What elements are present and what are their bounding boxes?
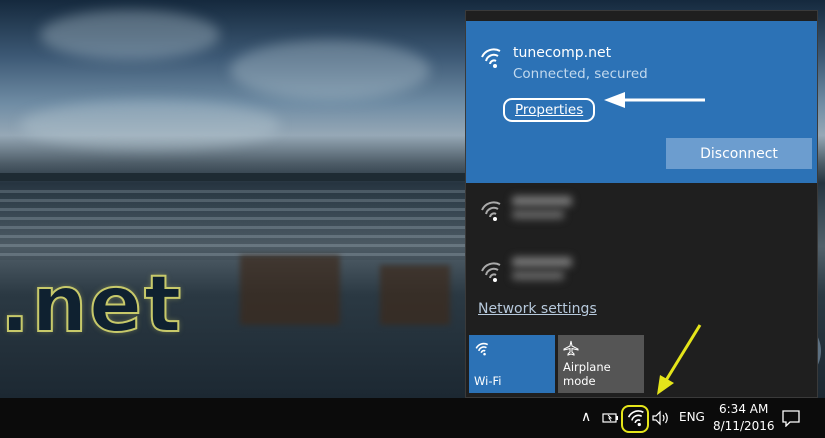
wifi-icon [481, 262, 501, 282]
sea-waves [0, 190, 470, 260]
clock-time[interactable]: 6:34 AM [719, 402, 768, 416]
cloud [230, 40, 430, 100]
disconnect-button[interactable]: Disconnect [666, 138, 812, 169]
watermark-text: .net [0, 259, 184, 351]
network-name: tunecomp.net [513, 45, 612, 61]
network-list-item[interactable] [466, 186, 817, 246]
network-list-item[interactable] [466, 249, 817, 309]
blurred-network-name [512, 196, 572, 206]
action-center-icon[interactable] [782, 409, 800, 427]
taskbar: ∧ ENG 6:34 AM 8/11/2016 [0, 398, 825, 438]
airplane-icon [563, 340, 579, 356]
cloud [20, 100, 280, 150]
clock-date[interactable]: 8/11/2016 [713, 419, 775, 433]
blurred-network-name [512, 257, 572, 267]
horizon [0, 173, 470, 181]
tile-label: Wi-Fi [474, 374, 502, 388]
wifi-icon [481, 201, 501, 221]
tile-label: Airplane mode [563, 360, 611, 388]
connected-network-item[interactable]: tunecomp.net Connected, secured Properti… [466, 21, 817, 183]
wifi-icon [481, 48, 501, 68]
show-hidden-icons-chevron-icon[interactable]: ∧ [581, 409, 591, 425]
input-language-indicator[interactable]: ENG [679, 410, 705, 424]
wifi-icon [475, 342, 489, 356]
wifi-tray-highlight-circle [621, 405, 649, 433]
rock-reflection [380, 265, 450, 325]
rock-reflection [240, 255, 340, 325]
properties-link[interactable]: Properties [503, 98, 596, 122]
network-flyout: tunecomp.net Connected, secured Properti… [465, 10, 818, 398]
wifi-quick-action-tile[interactable]: Wi-Fi [469, 335, 555, 393]
cloud [40, 10, 220, 60]
battery-charging-icon[interactable] [602, 410, 620, 426]
blurred-network-status [512, 210, 564, 219]
network-settings-link[interactable]: Network settings [478, 301, 597, 317]
network-status: Connected, secured [513, 66, 648, 82]
blurred-network-status [512, 271, 564, 280]
volume-icon[interactable] [651, 410, 671, 426]
airplane-mode-tile[interactable]: Airplane mode [558, 335, 644, 393]
